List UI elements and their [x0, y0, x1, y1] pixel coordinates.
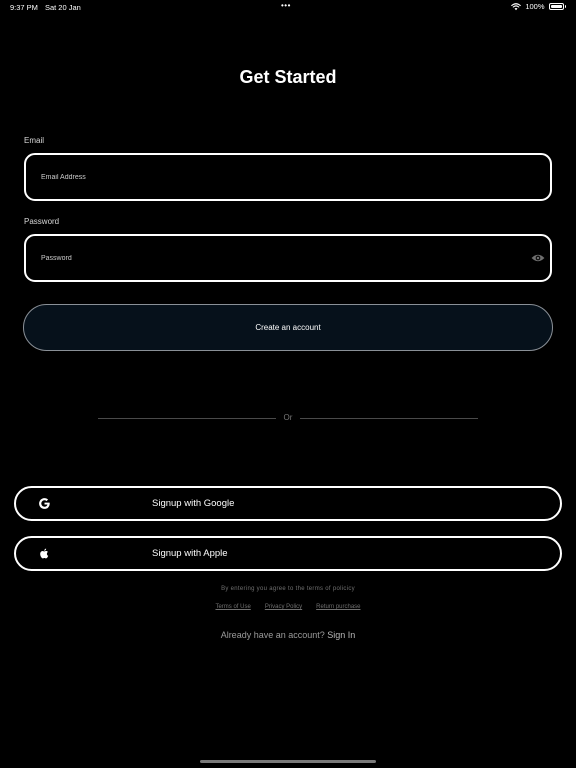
signin-row: Already have an account? Sign In — [0, 630, 576, 640]
privacy-policy-link[interactable]: Privacy Policy — [265, 604, 302, 610]
signup-google-label: Signup with Google — [152, 498, 235, 509]
battery-percentage: 100% — [525, 2, 545, 11]
google-icon — [39, 498, 50, 509]
divider-line-right — [300, 418, 478, 419]
signup-apple-label: Signup with Apple — [152, 548, 228, 559]
battery-cap — [564, 5, 566, 8]
multitasking-dots[interactable]: ••• — [281, 1, 291, 10]
wifi-icon — [511, 2, 522, 10]
signin-link[interactable]: Sign In — [327, 630, 355, 640]
status-left: 9:37 PM Sat 20 Jan — [10, 3, 81, 12]
policy-text: By entering you agree to the terms of po… — [221, 586, 355, 592]
footer-links: Terms of Use Privacy Policy Return purch… — [0, 604, 576, 610]
status-right: 100% — [511, 2, 566, 11]
return-purchase-link[interactable]: Return purchase — [316, 604, 360, 610]
signin-prompt: Already have an account? — [220, 630, 325, 640]
divider-or-text: Or — [283, 413, 293, 422]
status-date: Sat 20 Jan — [44, 3, 81, 12]
battery-icon — [548, 3, 564, 10]
terms-of-use-link[interactable]: Terms of Use — [215, 604, 250, 610]
eye-icon[interactable] — [531, 252, 545, 264]
divider-line-left — [98, 418, 276, 419]
page-title: Get Started — [239, 67, 337, 87]
apple-icon — [40, 548, 49, 559]
email-field[interactable] — [41, 155, 511, 199]
email-label: Email — [24, 136, 45, 145]
email-field-container[interactable] — [24, 153, 552, 201]
home-indicator[interactable] — [200, 760, 376, 763]
status-bar: 9:37 PM Sat 20 Jan ••• 100% — [0, 0, 576, 14]
signup-google-button[interactable]: Signup with Google — [14, 486, 562, 521]
create-account-button[interactable]: Create an account — [23, 304, 553, 351]
password-field-container[interactable] — [24, 234, 552, 282]
password-label: Password — [24, 217, 60, 226]
signup-apple-button[interactable]: Signup with Apple — [14, 536, 562, 571]
password-field[interactable] — [41, 236, 511, 280]
status-time: 9:37 PM — [10, 3, 38, 12]
